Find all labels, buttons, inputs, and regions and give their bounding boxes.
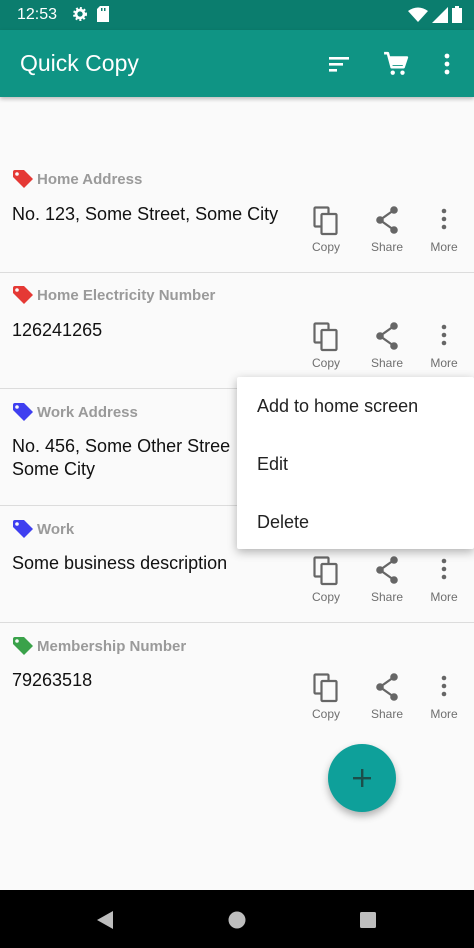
tag-icon — [13, 170, 33, 188]
status-time: 12:53 — [17, 6, 58, 23]
tag-icon — [13, 637, 33, 655]
card-tag-label: Home Address — [37, 170, 143, 188]
copy-icon — [313, 673, 338, 703]
list-item[interactable]: Membership Number 79263518 Copy Share Mo… — [0, 624, 474, 740]
battery-icon — [452, 6, 462, 28]
tag-icon — [13, 286, 33, 304]
card-value-line: Some City — [12, 459, 96, 479]
more-button[interactable]: More — [418, 673, 470, 729]
share-label: Share — [370, 356, 404, 370]
more-vert-icon — [441, 208, 447, 230]
home-icon — [228, 911, 246, 929]
menu-item-edit[interactable]: Edit — [257, 454, 288, 475]
share-label: Share — [370, 590, 404, 604]
copy-icon — [313, 556, 338, 586]
back-icon — [97, 911, 113, 929]
copy-label: Copy — [311, 590, 340, 604]
settings-icon — [72, 6, 88, 27]
more-button[interactable]: More — [418, 206, 470, 262]
home-button[interactable] — [225, 908, 249, 932]
share-icon — [376, 673, 398, 701]
card-value: No. 123, Some Street, Some City — [12, 203, 278, 226]
wifi-icon — [408, 7, 428, 28]
app-bar: Quick Copy — [0, 30, 474, 97]
copy-icon — [313, 322, 338, 352]
share-button[interactable]: Share — [361, 556, 413, 612]
card-value-line: Some business description — [12, 553, 228, 573]
copy-label: Copy — [311, 707, 340, 721]
card-tag: Membership Number — [13, 637, 186, 655]
copy-button[interactable]: Copy — [300, 322, 352, 378]
sort-button[interactable] — [323, 48, 355, 80]
recents-button[interactable] — [356, 908, 380, 932]
more-label: More — [430, 590, 458, 604]
share-button[interactable]: Share — [361, 673, 413, 729]
card-value: Some business description — [12, 552, 227, 575]
card-tag: Work — [13, 520, 74, 538]
card-value-line: 126241265 — [12, 320, 103, 340]
copy-button[interactable]: Copy — [300, 206, 352, 262]
card-tag: Home Electricity Number — [13, 286, 215, 304]
more-vert-icon — [441, 675, 447, 697]
status-bar: 12:53 — [0, 0, 474, 30]
card-tag-label: Home Electricity Number — [37, 286, 216, 304]
add-item-fab[interactable] — [328, 744, 396, 812]
list-item[interactable]: Home Electricity Number 126241265 Copy S… — [0, 273, 474, 389]
share-icon — [376, 322, 398, 350]
menu-item-add-to-home-screen[interactable]: Add to home screen — [257, 396, 418, 417]
recents-icon — [360, 912, 376, 928]
copy-icon — [313, 206, 338, 236]
share-label: Share — [370, 240, 404, 254]
share-label: Share — [370, 707, 404, 721]
back-button[interactable] — [93, 908, 117, 932]
copy-label: Copy — [311, 356, 340, 370]
card-value: 79263518 — [12, 669, 92, 692]
more-vert-icon — [441, 324, 447, 346]
card-value-line: 79263518 — [12, 670, 93, 690]
card-value: No. 456, Some Other Stree Some City — [12, 435, 230, 481]
share-icon — [376, 206, 398, 234]
card-tag-label: Work Address — [37, 403, 138, 421]
more-label: More — [430, 240, 458, 254]
more-label: More — [430, 707, 458, 721]
cart-button[interactable] — [380, 48, 412, 80]
more-button[interactable]: More — [418, 556, 470, 612]
app-title: Quick Copy — [20, 50, 139, 76]
share-button[interactable]: Share — [361, 206, 413, 262]
sd-card-icon — [96, 6, 110, 27]
tag-icon — [13, 403, 33, 421]
card-tag: Home Address — [13, 170, 142, 188]
card-value-line: No. 456, Some Other Stree — [12, 436, 231, 456]
card-value-line: No. 123, Some Street, Some City — [12, 204, 279, 224]
navigation-bar — [0, 890, 474, 948]
copy-button[interactable]: Copy — [300, 673, 352, 729]
signal-icon — [432, 6, 448, 28]
more-vert-icon — [441, 558, 447, 580]
card-value: 126241265 — [12, 319, 102, 342]
card-tag-label: Work — [37, 520, 75, 538]
plus-icon — [353, 769, 371, 787]
menu-item-delete[interactable]: Delete — [257, 512, 309, 533]
overflow-menu-button[interactable] — [431, 48, 463, 80]
sort-icon — [329, 57, 349, 72]
cart-icon — [384, 51, 409, 75]
copy-label: Copy — [311, 240, 340, 254]
card-tag-label: Membership Number — [37, 637, 187, 655]
popup-menu: Add to home screen Edit Delete — [237, 377, 474, 549]
card-tag: Work Address — [13, 403, 138, 421]
more-button[interactable]: More — [418, 322, 470, 378]
tag-icon — [13, 520, 33, 538]
share-icon — [376, 556, 398, 584]
copy-button[interactable]: Copy — [300, 556, 352, 612]
list-item[interactable]: Home Address No. 123, Some Street, Some … — [0, 157, 474, 273]
more-label: More — [430, 356, 458, 370]
share-button[interactable]: Share — [361, 322, 413, 378]
more-vert-icon — [444, 53, 450, 75]
